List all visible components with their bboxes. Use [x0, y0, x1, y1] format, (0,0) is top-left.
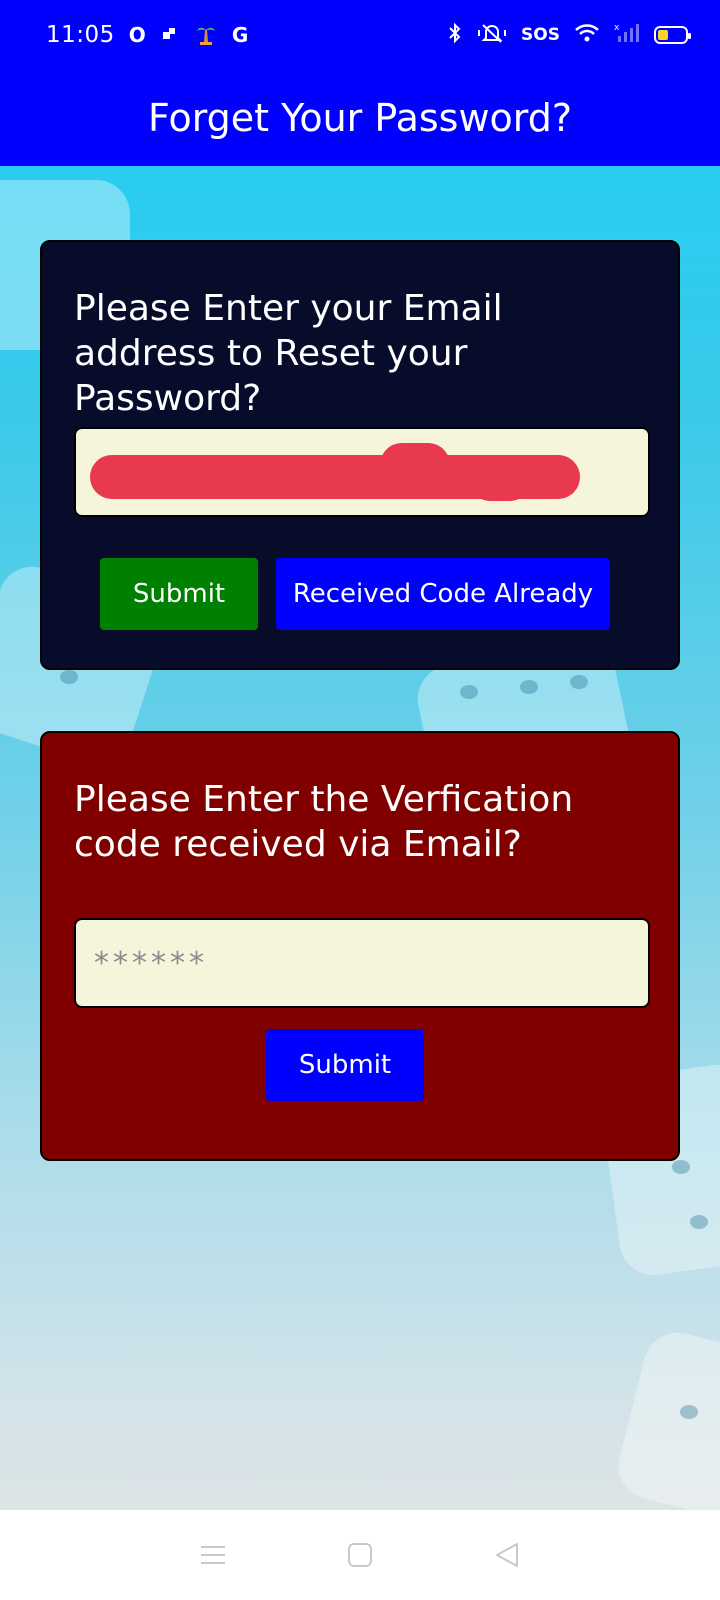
status-bar: 11:05 O G SOS x [0, 0, 720, 70]
back-icon[interactable] [487, 1535, 527, 1575]
email-input[interactable] [74, 427, 650, 517]
signal-icon: x [614, 22, 640, 48]
redaction-mark [90, 443, 580, 501]
palm-tree-icon [194, 22, 218, 49]
menu-icon[interactable] [193, 1535, 233, 1575]
status-bar-left: 11:05 O G [46, 22, 248, 49]
bluetooth-icon [447, 22, 463, 48]
status-bar-right: SOS x [447, 22, 691, 48]
received-code-button[interactable]: Received Code Already [276, 558, 610, 630]
opera-icon: O [128, 23, 146, 47]
email-prompt: Please Enter your Email address to Reset… [74, 288, 503, 419]
verification-code-input[interactable]: ****** [74, 918, 650, 1008]
google-icon: G [231, 23, 249, 47]
verification-code-card: Please Enter the Verfication code receiv… [40, 731, 680, 1161]
home-icon[interactable] [340, 1535, 380, 1575]
clock: 11:05 [46, 22, 115, 48]
wifi-icon [574, 23, 600, 47]
code-prompt: Please Enter the Verfication code receiv… [74, 779, 574, 865]
app-header: Forget Your Password? [0, 70, 720, 166]
battery-icon [654, 26, 691, 44]
navigation-bar [0, 1510, 720, 1600]
notification-icon [160, 24, 180, 47]
submit-email-button[interactable]: Submit [100, 558, 258, 630]
email-reset-card: Please Enter your Email address to Reset… [40, 240, 680, 670]
mute-icon [477, 22, 507, 48]
svg-text:x: x [614, 23, 620, 33]
page-title: Forget Your Password? [147, 96, 573, 140]
sos-label: SOS [521, 25, 560, 45]
submit-code-button[interactable]: Submit [266, 1029, 424, 1101]
